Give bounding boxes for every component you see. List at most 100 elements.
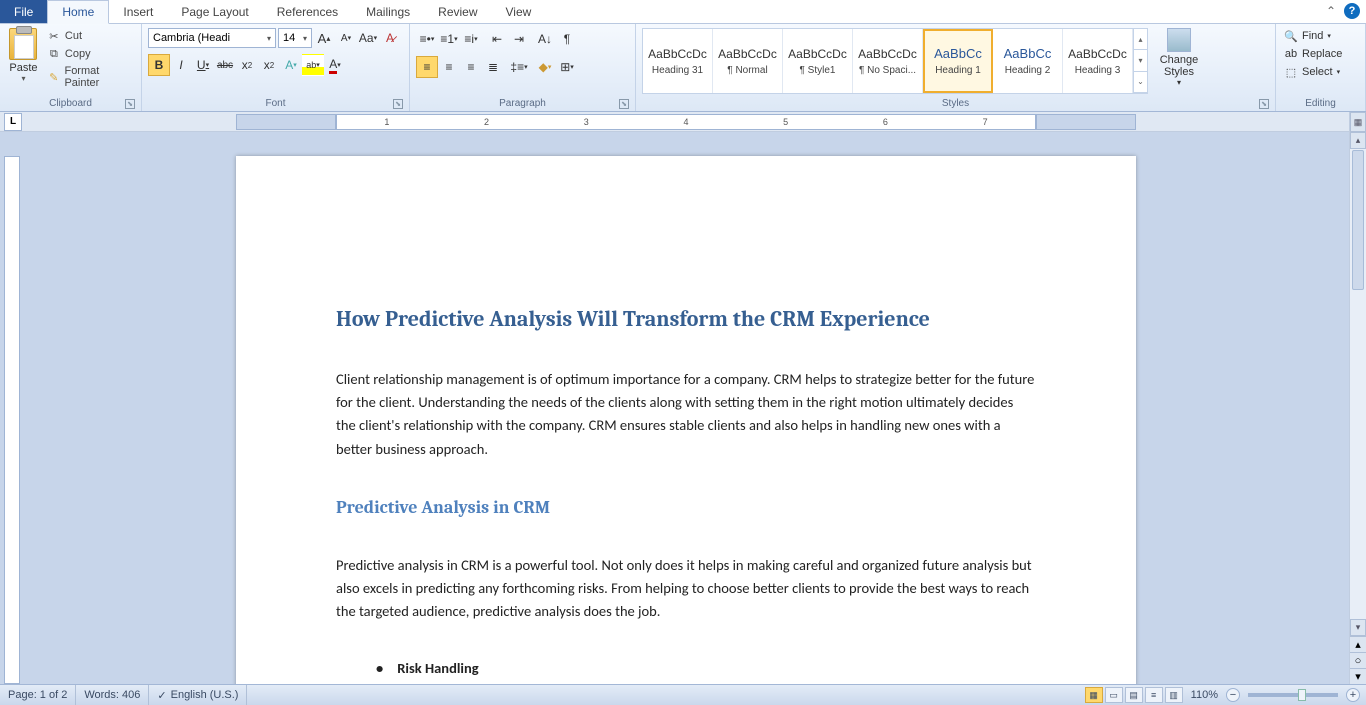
justify-button[interactable]: ≣	[482, 56, 504, 78]
view-full-screen[interactable]: ▭	[1105, 687, 1123, 703]
align-left-button[interactable]: ≡	[416, 56, 438, 78]
view-outline[interactable]: ≡	[1145, 687, 1163, 703]
minimize-ribbon-icon[interactable]: ⌃	[1326, 4, 1336, 18]
paste-button[interactable]: Paste ▾	[4, 26, 43, 83]
tab-references[interactable]: References	[263, 0, 352, 23]
highlight-button[interactable]: ab▾	[302, 54, 324, 76]
zoom-slider[interactable]	[1248, 693, 1338, 697]
style-style1[interactable]: AaBbCcDc¶ Style1	[783, 29, 853, 93]
tab-home[interactable]: Home	[47, 0, 109, 24]
increase-indent-button[interactable]: ⇥	[508, 28, 530, 50]
shading-button[interactable]: ◆▾	[534, 56, 556, 78]
font-color-button[interactable]: A▾	[324, 54, 346, 76]
view-draft[interactable]: ▥	[1165, 687, 1183, 703]
decrease-indent-button[interactable]: ⇤	[486, 28, 508, 50]
paragraph-launcher[interactable]: ⬊	[619, 99, 629, 109]
tab-review[interactable]: Review	[424, 0, 491, 23]
browse-object[interactable]: ○	[1350, 652, 1366, 668]
doc-heading-2[interactable]: Predictive Analysis in CRM	[336, 497, 1036, 518]
tab-insert[interactable]: Insert	[109, 0, 167, 23]
doc-heading-1[interactable]: How Predictive Analysis Will Transform t…	[336, 306, 1036, 332]
view-web-layout[interactable]: ▤	[1125, 687, 1143, 703]
show-hide-button[interactable]: ¶	[556, 28, 578, 50]
font-size-combo[interactable]: 14▾	[278, 28, 312, 48]
doc-bullet-1[interactable]: Risk Handling	[376, 659, 1036, 677]
text-effects-button[interactable]: A▾	[280, 54, 302, 76]
style-heading2[interactable]: AaBbCcHeading 2	[993, 29, 1063, 93]
doc-paragraph-1[interactable]: Client relationship management is of opt…	[336, 368, 1036, 461]
group-font: Cambria (Headi▾ 14▾ A▴ A▾ Aa▾ A̷ B I U▾ …	[142, 24, 410, 111]
scroll-down[interactable]: ▾	[1350, 619, 1366, 636]
style-no-spacing[interactable]: AaBbCcDc¶ No Spaci...	[853, 29, 923, 93]
sort-button[interactable]: A↓	[534, 28, 556, 50]
zoom-thumb[interactable]	[1298, 689, 1306, 701]
copy-button[interactable]: ⧉Copy	[45, 46, 137, 62]
horizontal-ruler[interactable]: 1 2 3 4 5 6 7	[336, 114, 1036, 130]
vertical-ruler[interactable]	[4, 156, 20, 684]
file-tab[interactable]: File	[0, 0, 47, 23]
italic-button[interactable]: I	[170, 54, 192, 76]
style-normal[interactable]: AaBbCcDc¶ Normal	[713, 29, 783, 93]
find-icon: 🔍	[1284, 29, 1298, 43]
cut-label: Cut	[65, 30, 82, 42]
tab-mailings[interactable]: Mailings	[352, 0, 424, 23]
gallery-more[interactable]: ⌄	[1134, 72, 1147, 93]
align-right-button[interactable]: ≡	[460, 56, 482, 78]
change-styles-icon	[1167, 28, 1191, 52]
tab-page-layout[interactable]: Page Layout	[167, 0, 262, 23]
find-button[interactable]: 🔍Find▾	[1282, 28, 1344, 44]
zoom-level[interactable]: 110%	[1191, 689, 1218, 701]
view-print-layout[interactable]: ▦	[1085, 687, 1103, 703]
ruler-margin-left[interactable]	[236, 114, 336, 130]
shrink-font-button[interactable]: A▾	[336, 28, 356, 48]
document-page[interactable]: How Predictive Analysis Will Transform t…	[236, 156, 1136, 684]
scroll-thumb[interactable]	[1352, 150, 1364, 290]
menu-tabs-bar: File Home Insert Page Layout References …	[0, 0, 1366, 24]
align-center-button[interactable]: ≡	[438, 56, 460, 78]
change-case-button[interactable]: Aa▾	[358, 28, 378, 48]
font-size-value: 14	[283, 32, 295, 44]
format-painter-button[interactable]: ✎Format Painter	[45, 64, 137, 90]
status-words[interactable]: Words: 406	[76, 685, 149, 705]
multilevel-button[interactable]: ≡i▾	[460, 28, 482, 50]
strike-button[interactable]: abc	[214, 54, 236, 76]
clear-formatting-button[interactable]: A̷	[380, 28, 400, 48]
font-launcher[interactable]: ⬊	[393, 99, 403, 109]
cut-button[interactable]: ✂Cut	[45, 28, 137, 44]
ruler-margin-right[interactable]	[1036, 114, 1136, 130]
paste-icon	[9, 28, 37, 60]
numbering-button[interactable]: ≡1▾	[438, 28, 460, 50]
superscript-button[interactable]: x2	[258, 54, 280, 76]
underline-button[interactable]: U▾	[192, 54, 214, 76]
style-heading31[interactable]: AaBbCcDcHeading 31	[643, 29, 713, 93]
tab-selector[interactable]: L	[4, 113, 22, 131]
gallery-down[interactable]: ▾	[1134, 50, 1147, 71]
scroll-up[interactable]: ▴	[1350, 132, 1366, 149]
status-page[interactable]: Page: 1 of 2	[0, 685, 76, 705]
zoom-in[interactable]: +	[1346, 688, 1360, 702]
styles-launcher[interactable]: ⬊	[1259, 99, 1269, 109]
doc-paragraph-2[interactable]: Predictive analysis in CRM is a powerful…	[336, 554, 1036, 624]
help-icon[interactable]: ?	[1344, 3, 1360, 19]
line-spacing-button[interactable]: ‡≡▾	[508, 56, 530, 78]
zoom-out[interactable]: −	[1226, 688, 1240, 702]
ruler-toggle[interactable]: ▦	[1350, 112, 1366, 132]
style-heading1[interactable]: AaBbCcHeading 1	[923, 29, 993, 93]
prev-page[interactable]: ▴	[1350, 636, 1366, 652]
borders-button[interactable]: ⊞▾	[556, 56, 578, 78]
next-page[interactable]: ▾	[1350, 668, 1366, 684]
status-language[interactable]: ✓English (U.S.)	[149, 685, 247, 705]
grow-font-button[interactable]: A▴	[314, 28, 334, 48]
bullets-button[interactable]: ≡•▾	[416, 28, 438, 50]
replace-button[interactable]: abReplace	[1282, 46, 1344, 62]
bold-button[interactable]: B	[148, 54, 170, 76]
select-button[interactable]: ⬚Select▾	[1282, 64, 1344, 80]
style-heading3[interactable]: AaBbCcDcHeading 3	[1063, 29, 1133, 93]
subscript-button[interactable]: x2	[236, 54, 258, 76]
change-styles-button[interactable]: Change Styles ▾	[1154, 28, 1204, 87]
status-bar: Page: 1 of 2 Words: 406 ✓English (U.S.) …	[0, 684, 1366, 705]
clipboard-launcher[interactable]: ⬊	[125, 99, 135, 109]
tab-view[interactable]: View	[492, 0, 546, 23]
gallery-up[interactable]: ▴	[1134, 29, 1147, 50]
font-name-combo[interactable]: Cambria (Headi▾	[148, 28, 276, 48]
